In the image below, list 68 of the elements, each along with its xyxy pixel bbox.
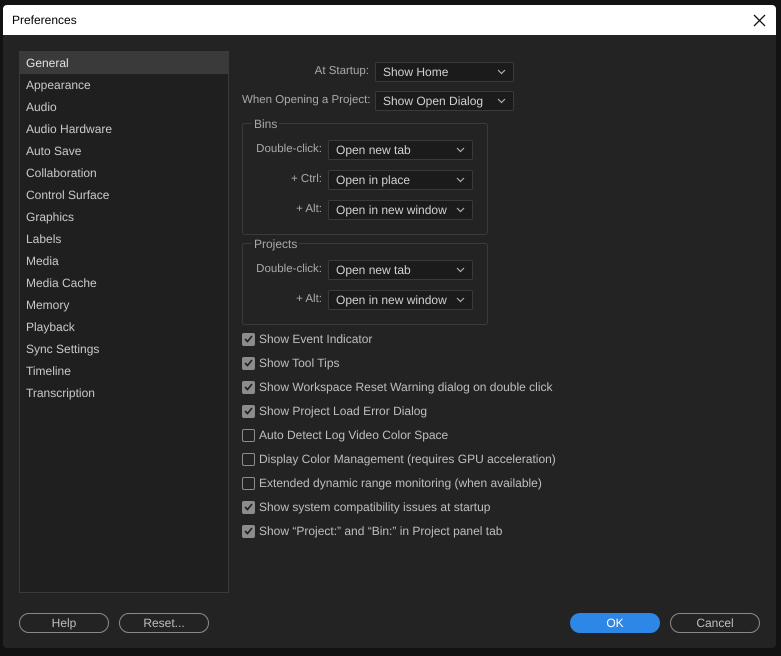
sidebar-item[interactable]: Appearance [20, 74, 228, 96]
ok-button[interactable]: OK [570, 613, 660, 633]
field-label: + Alt: [295, 202, 322, 218]
sidebar-item[interactable]: Media [20, 250, 228, 272]
checkbox[interactable] [242, 524, 255, 538]
checkbox-label: Extended dynamic range monitoring (when available) [259, 475, 542, 492]
checkbox-label: Show “Project:” and “Bin:” in Project panel tab [259, 523, 502, 540]
sidebar-item[interactable]: Collaboration [20, 162, 228, 184]
checkbox[interactable] [242, 476, 255, 490]
close-icon[interactable] [753, 14, 766, 26]
checkbox[interactable] [242, 428, 255, 442]
checkbox[interactable] [242, 452, 255, 466]
checkbox[interactable] [242, 404, 255, 418]
dropdown[interactable]: Open in new window [328, 200, 473, 220]
window-title: Preferences [12, 12, 77, 29]
field-label: + Ctrl: [290, 172, 322, 188]
sidebar-item[interactable]: Audio [20, 96, 228, 118]
sidebar-item[interactable]: General [20, 52, 228, 74]
caret-icon [456, 147, 465, 153]
sidebar-item[interactable]: Audio Hardware [20, 118, 228, 140]
dropdown[interactable]: Open in place [328, 170, 473, 190]
dropdown-value: Open in new window [336, 292, 447, 309]
field-label: When Opening a Project: [242, 93, 369, 108]
sidebar-item[interactable]: Transcription [20, 382, 228, 404]
dropdown-value: Show Open Dialog [383, 93, 484, 110]
caret-icon [456, 267, 465, 273]
caret-icon [456, 177, 465, 183]
field-label: Double-click: [255, 262, 322, 278]
dialog-button[interactable]: Help [19, 613, 109, 633]
caret-icon [497, 69, 506, 75]
checkbox-label: Show Project Load Error Dialog [259, 403, 428, 420]
dropdown-value: Show Home [383, 64, 448, 81]
sidebar-item[interactable]: Control Surface [20, 184, 228, 206]
sidebar-item[interactable]: Playback [20, 316, 228, 338]
dropdown-value: Open new tab [336, 262, 411, 279]
dialog-button[interactable]: Cancel [670, 613, 760, 633]
checkbox[interactable] [242, 356, 255, 370]
sidebar-item[interactable]: Labels [20, 228, 228, 250]
dropdown-value: Open in new window [336, 202, 447, 219]
sidebar-item[interactable]: Auto Save [20, 140, 228, 162]
field-label: Double-click: [255, 142, 322, 158]
dropdown-value: Open in place [336, 172, 410, 189]
field-label: At Startup: [314, 64, 369, 80]
dialog-button[interactable]: Reset... [119, 613, 209, 633]
dropdown[interactable]: Open new tab [328, 260, 473, 280]
caret-icon [456, 297, 465, 303]
sidebar-item[interactable]: Timeline [20, 360, 228, 382]
sidebar-item[interactable]: Media Cache [20, 272, 228, 294]
checkbox-label: Auto Detect Log Video Color Space [259, 427, 448, 444]
checkbox-label: Show Event Indicator [259, 331, 372, 348]
dropdown[interactable]: Open in new window [328, 290, 473, 310]
dropdown[interactable]: Show Home [375, 62, 514, 82]
checkbox[interactable] [242, 380, 255, 394]
checkbox[interactable] [242, 332, 255, 346]
dropdown[interactable]: Open new tab [328, 140, 473, 160]
checkbox-label: Show Workspace Reset Warning dialog on double click [259, 379, 552, 396]
dropdown[interactable]: Show Open Dialog [375, 91, 514, 111]
sidebar-item[interactable]: Sync Settings [20, 338, 228, 360]
checkbox[interactable] [242, 500, 255, 514]
sidebar-item[interactable]: Graphics [20, 206, 228, 228]
dropdown-value: Open new tab [336, 142, 411, 159]
field-label: + Alt: [295, 292, 322, 308]
caret-icon [497, 98, 506, 104]
sidebar-item[interactable]: Memory [20, 294, 228, 316]
checkbox-label: Show system compatibility issues at startup [259, 499, 490, 516]
checkbox-label: Display Color Management (requires GPU acceleration) [259, 451, 556, 468]
caret-icon [456, 207, 465, 213]
checkbox-label: Show Tool Tips [259, 355, 340, 372]
